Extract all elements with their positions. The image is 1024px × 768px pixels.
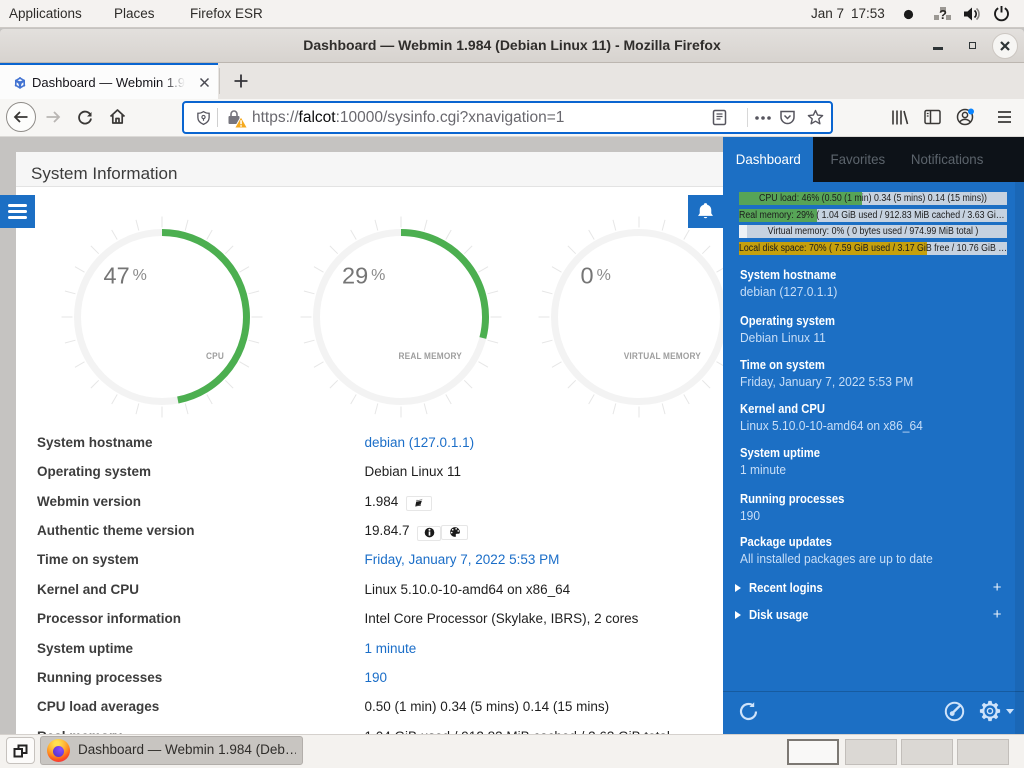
svg-text:?: ?	[939, 7, 947, 22]
